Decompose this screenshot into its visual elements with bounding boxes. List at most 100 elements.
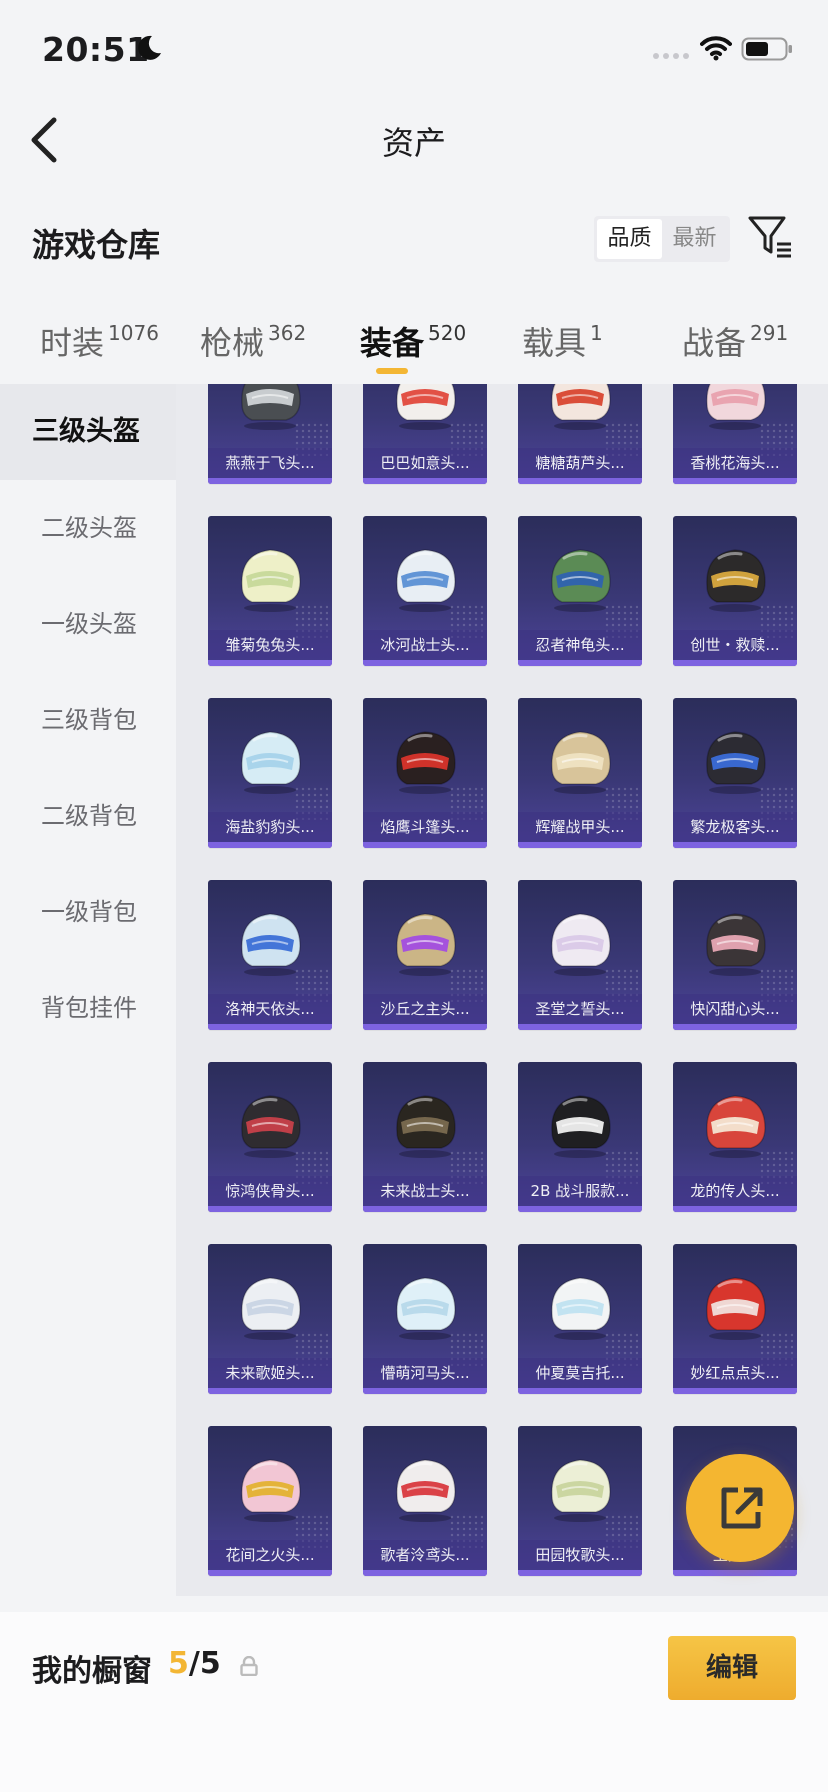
item-card[interactable]: 沙丘之主头...: [363, 880, 487, 1030]
rarity-bar: [363, 660, 487, 666]
helmet-icon: [706, 913, 766, 976]
share-icon: [721, 1487, 763, 1529]
rarity-bar: [518, 660, 642, 666]
tab-gear[interactable]: 战备 291: [682, 318, 788, 364]
item-card[interactable]: 雏菊兔兔头...: [208, 516, 332, 666]
item-card[interactable]: 繁龙极客头...: [673, 698, 797, 848]
rarity-bar: [673, 842, 797, 848]
rarity-bar: [518, 842, 642, 848]
item-card[interactable]: 海盐豹豹头...: [208, 698, 332, 848]
helmet-icon: [396, 549, 456, 612]
item-card[interactable]: 龙的传人头...: [673, 1062, 797, 1212]
helmet-icon: [706, 1095, 766, 1158]
tab-label: 战备: [682, 324, 747, 362]
item-card[interactable]: 懵萌河马头...: [363, 1244, 487, 1394]
rarity-bar: [208, 1024, 332, 1030]
rarity-bar: [673, 1206, 797, 1212]
edit-button[interactable]: 编辑: [668, 1636, 796, 1700]
item-card[interactable]: 仲夏莫吉托...: [518, 1244, 642, 1394]
sidebar-item-level2-backpack[interactable]: 二级背包: [0, 768, 176, 864]
item-name: 创世・救赎...: [673, 630, 797, 660]
item-name: 惊鸿侠骨头...: [208, 1176, 332, 1206]
sort-toggle[interactable]: 品质 最新: [594, 216, 730, 262]
item-card[interactable]: 未来歌姬头...: [208, 1244, 332, 1394]
item-name: 雏菊兔兔头...: [208, 630, 332, 660]
signal-icon: [653, 53, 689, 59]
share-button[interactable]: [686, 1454, 794, 1562]
item-name: 辉耀战甲头...: [518, 812, 642, 842]
category-sidebar: 三级头盔 二级头盔 一级头盔 三级背包 二级背包 一级背包 背包挂件: [0, 384, 176, 1596]
item-card[interactable]: 焰鹰斗篷头...: [363, 698, 487, 848]
helmet-icon: [241, 1095, 301, 1158]
item-name: 快闪甜心头...: [673, 994, 797, 1024]
rarity-bar: [518, 1388, 642, 1394]
rarity-bar: [673, 1388, 797, 1394]
item-card[interactable]: 香桃花海头...: [673, 384, 797, 484]
sidebar-item-level1-backpack[interactable]: 一级背包: [0, 864, 176, 960]
helmet-icon: [706, 384, 766, 430]
item-card[interactable]: 创世・救赎...: [673, 516, 797, 666]
item-card[interactable]: 圣堂之誓头...: [518, 880, 642, 1030]
item-card[interactable]: 燕燕于飞头...: [208, 384, 332, 484]
sort-option-quality[interactable]: 品质: [597, 219, 662, 259]
section-title: 游戏仓库: [32, 226, 161, 264]
item-card[interactable]: 辉耀战甲头...: [518, 698, 642, 848]
helmet-icon: [551, 1459, 611, 1522]
tab-equipment[interactable]: 装备 520: [360, 318, 466, 364]
rarity-bar: [673, 660, 797, 666]
item-card[interactable]: 未来战士头...: [363, 1062, 487, 1212]
helmet-icon: [396, 384, 456, 430]
item-name: 冰河战士头...: [363, 630, 487, 660]
helmet-icon: [551, 549, 611, 612]
tab-fashion[interactable]: 时装 1076: [40, 318, 159, 364]
tab-count: 1076: [108, 321, 159, 345]
filter-button[interactable]: [746, 212, 794, 260]
rarity-bar: [518, 1570, 642, 1576]
helmet-icon: [396, 913, 456, 976]
item-card[interactable]: 忍者神龟头...: [518, 516, 642, 666]
item-name: 妙红点点头...: [673, 1358, 797, 1388]
item-name: 洛神天依头...: [208, 994, 332, 1024]
rarity-bar: [208, 1388, 332, 1394]
helmet-icon: [706, 1277, 766, 1340]
item-card[interactable]: 田园牧歌头...: [518, 1426, 642, 1576]
helmet-icon: [396, 1095, 456, 1158]
item-card[interactable]: 惊鸿侠骨头...: [208, 1062, 332, 1212]
sidebar-item-level3-backpack[interactable]: 三级背包: [0, 672, 176, 768]
helmet-icon: [396, 1459, 456, 1522]
tab-firearms[interactable]: 枪械 362: [200, 318, 306, 364]
item-card[interactable]: 花间之火头...: [208, 1426, 332, 1576]
tab-label: 载具: [522, 324, 587, 362]
showcase-count: 5/5: [168, 1646, 221, 1681]
rarity-bar: [518, 1024, 642, 1030]
sidebar-item-level3-helmet[interactable]: 三级头盔: [0, 384, 176, 480]
battery-icon: [741, 37, 792, 61]
helmet-icon: [396, 731, 456, 794]
item-name: 田园牧歌头...: [518, 1540, 642, 1570]
item-card[interactable]: 快闪甜心头...: [673, 880, 797, 1030]
item-name: 歌者泠鸢头...: [363, 1540, 487, 1570]
helmet-icon: [241, 1459, 301, 1522]
showcase-label: 我的橱窗: [32, 1654, 152, 1689]
item-card[interactable]: 糖糖葫芦头...: [518, 384, 642, 484]
item-name: 仲夏莫吉托...: [518, 1358, 642, 1388]
helmet-icon: [241, 1277, 301, 1340]
sidebar-item-level2-helmet[interactable]: 二级头盔: [0, 480, 176, 576]
item-card[interactable]: 歌者泠鸢头...: [363, 1426, 487, 1576]
item-card[interactable]: 巴巴如意头...: [363, 384, 487, 484]
helmet-icon: [241, 731, 301, 794]
item-card[interactable]: 冰河战士头...: [363, 516, 487, 666]
item-card[interactable]: 妙红点点头...: [673, 1244, 797, 1394]
sidebar-item-level1-helmet[interactable]: 一级头盔: [0, 576, 176, 672]
sidebar-item-backpack-charm[interactable]: 背包挂件: [0, 960, 176, 1056]
rarity-bar: [363, 1388, 487, 1394]
sort-option-newest[interactable]: 最新: [662, 219, 727, 259]
rarity-bar: [363, 478, 487, 484]
tab-vehicles[interactable]: 载具 1: [522, 318, 603, 364]
helmet-icon: [551, 384, 611, 430]
item-card[interactable]: 洛神天依头...: [208, 880, 332, 1030]
rarity-bar: [208, 842, 332, 848]
helmet-icon: [241, 913, 301, 976]
tab-count: 362: [268, 321, 307, 345]
item-card[interactable]: 2B 战斗服款...: [518, 1062, 642, 1212]
